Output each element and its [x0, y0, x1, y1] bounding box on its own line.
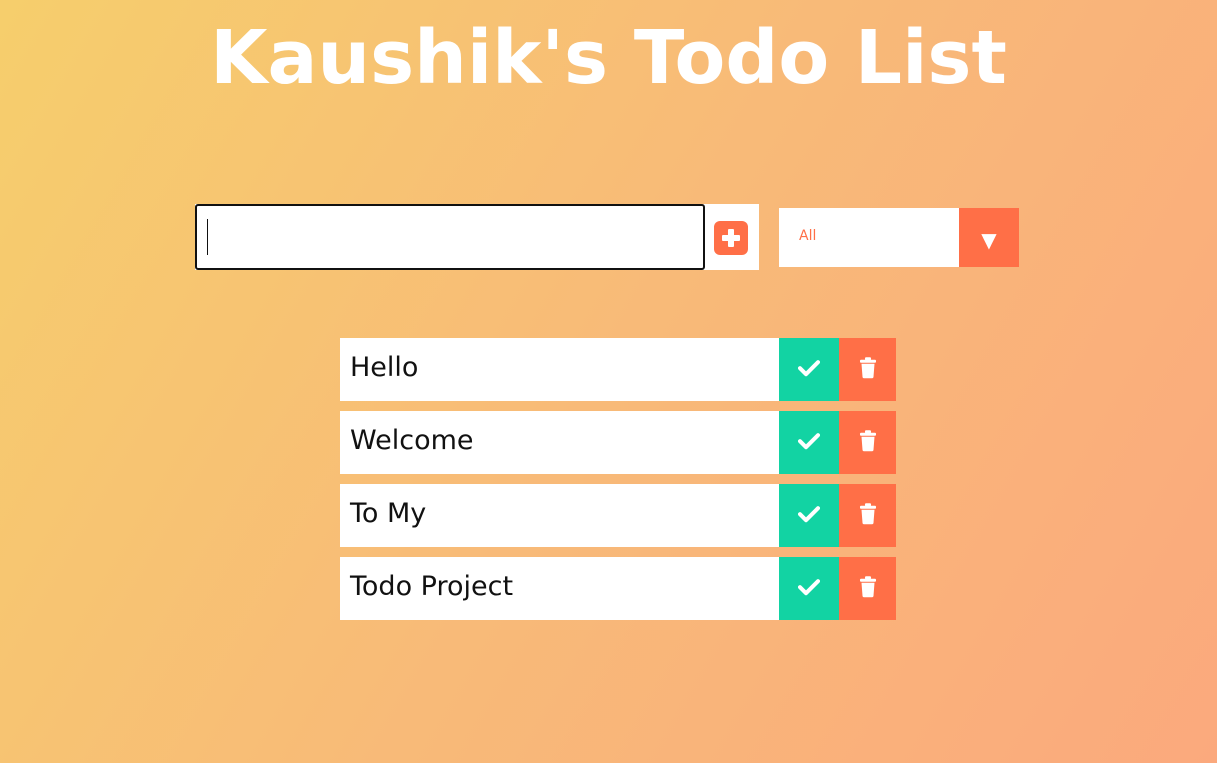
page-title: Kaushik's Todo List: [210, 15, 1007, 101]
check-icon: [798, 359, 820, 376]
todo-item: To My: [340, 484, 896, 547]
complete-button[interactable]: [779, 338, 839, 401]
trash-icon: [859, 429, 876, 451]
check-icon: [798, 578, 820, 595]
trash-icon: [859, 502, 876, 524]
plus-icon: [722, 229, 740, 247]
delete-button[interactable]: [839, 411, 896, 474]
add-todo-button[interactable]: [714, 221, 748, 255]
todo-input[interactable]: [195, 204, 705, 270]
delete-button[interactable]: [839, 557, 896, 620]
todo-form: [195, 204, 759, 270]
complete-button[interactable]: [779, 484, 839, 547]
delete-button[interactable]: [839, 484, 896, 547]
todo-list: Hello Welcome To My Todo Project: [340, 338, 896, 630]
todo-item: Todo Project: [340, 557, 896, 620]
filter-selected-value: All: [799, 228, 817, 244]
complete-button[interactable]: [779, 557, 839, 620]
todo-item: Hello: [340, 338, 896, 401]
delete-button[interactable]: [839, 338, 896, 401]
todo-text: Todo Project: [350, 571, 514, 602]
todo-text: Hello: [350, 352, 419, 383]
chevron-down-icon[interactable]: ▼: [959, 208, 1019, 267]
todo-text: Welcome: [350, 425, 474, 456]
text-caret: [207, 219, 208, 255]
trash-icon: [859, 356, 876, 378]
todo-text: To My: [350, 498, 427, 529]
complete-button[interactable]: [779, 411, 839, 474]
filter-select[interactable]: All ▼: [779, 208, 1019, 267]
trash-icon: [859, 575, 876, 597]
check-icon: [798, 505, 820, 522]
todo-item: Welcome: [340, 411, 896, 474]
check-icon: [798, 432, 820, 449]
